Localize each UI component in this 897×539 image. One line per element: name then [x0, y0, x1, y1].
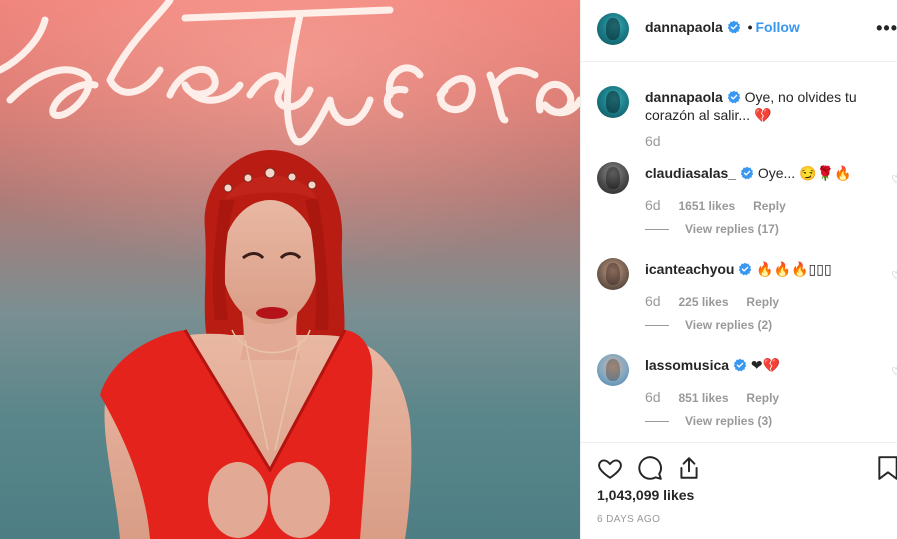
- comment-text: ❤💔: [750, 357, 781, 373]
- comment-age: 6d: [645, 389, 661, 405]
- view-replies-label[interactable]: View replies (3): [685, 414, 772, 428]
- separator-dot: •: [747, 19, 753, 35]
- caption-avatar[interactable]: [597, 86, 629, 118]
- comment-meta: 6d 225 likes Reply: [645, 293, 779, 309]
- comment-icon[interactable]: [637, 455, 663, 481]
- verified-badge-icon: [740, 166, 754, 180]
- reply-button[interactable]: Reply: [753, 199, 786, 213]
- view-replies-label[interactable]: View replies (2): [685, 318, 772, 332]
- bookmark-icon[interactable]: [877, 455, 897, 481]
- replies-divider: [645, 228, 669, 230]
- post-timestamp: 6 DAYS AGO: [597, 514, 661, 525]
- comment-like-icon[interactable]: ♡: [891, 365, 897, 378]
- author-avatar[interactable]: [597, 13, 629, 45]
- author-line: dannapaola • Follow: [645, 19, 800, 35]
- comment-text: 🔥🔥🔥▯▯▯: [756, 261, 832, 277]
- more-options-icon[interactable]: •••: [876, 18, 897, 39]
- comment-username[interactable]: lassomusica: [645, 357, 729, 373]
- replies-divider: [645, 420, 669, 422]
- comment-text: Oye... 😏🌹🔥: [757, 165, 852, 181]
- post-likes-count[interactable]: 1,043,099 likes: [597, 487, 694, 503]
- caption-username[interactable]: dannapaola: [645, 89, 723, 105]
- post-details-panel: dannapaola • Follow ••• dannapaola Oye, n…: [580, 0, 897, 539]
- caption-age: 6d: [645, 133, 661, 149]
- comment-item: lassomusica ❤💔: [645, 356, 885, 374]
- verified-badge-icon: [739, 262, 752, 276]
- caption: dannapaola Oye, no olvides tu corazón al…: [645, 88, 885, 149]
- comment-meta: 6d 1651 likes Reply: [645, 197, 786, 213]
- verified-badge-icon: [733, 358, 747, 372]
- replies-divider: [645, 324, 669, 326]
- reply-button[interactable]: Reply: [746, 391, 779, 405]
- comment-like-icon[interactable]: ♡: [891, 269, 897, 282]
- follow-button[interactable]: Follow: [755, 19, 799, 35]
- comment-avatar[interactable]: [597, 354, 629, 386]
- reply-button[interactable]: Reply: [746, 295, 779, 309]
- view-replies-label[interactable]: View replies (17): [685, 222, 779, 236]
- author-username[interactable]: dannapaola: [645, 19, 723, 35]
- comment-username[interactable]: icanteachyou: [645, 261, 734, 277]
- comment-item: icanteachyou 🔥🔥🔥▯▯▯: [645, 260, 885, 278]
- post-header: dannapaola • Follow •••: [581, 0, 897, 62]
- post-photo-illustration: [0, 0, 580, 539]
- comment-age: 6d: [645, 197, 661, 213]
- heart-icon[interactable]: [597, 455, 623, 481]
- view-replies[interactable]: View replies (3): [645, 412, 772, 428]
- view-replies[interactable]: View replies (2): [645, 316, 772, 332]
- view-replies[interactable]: View replies (17): [645, 220, 779, 236]
- share-icon[interactable]: [676, 455, 702, 481]
- comment-avatar[interactable]: [597, 162, 629, 194]
- comment-likes[interactable]: 1651 likes: [678, 199, 735, 213]
- comment-likes[interactable]: 225 likes: [678, 295, 728, 309]
- comment-age: 6d: [645, 293, 661, 309]
- comment-likes[interactable]: 851 likes: [678, 391, 728, 405]
- comment-username[interactable]: claudiasalas_: [645, 165, 736, 181]
- comment-meta: 6d 851 likes Reply: [645, 389, 779, 405]
- comment-like-icon[interactable]: ♡: [891, 173, 897, 186]
- verified-badge-icon: [727, 90, 740, 104]
- comment-item: claudiasalas_ Oye... 😏🌹🔥: [645, 164, 885, 182]
- verified-badge-icon: [727, 20, 740, 34]
- comment-avatar[interactable]: [597, 258, 629, 290]
- post-photo[interactable]: [0, 0, 580, 539]
